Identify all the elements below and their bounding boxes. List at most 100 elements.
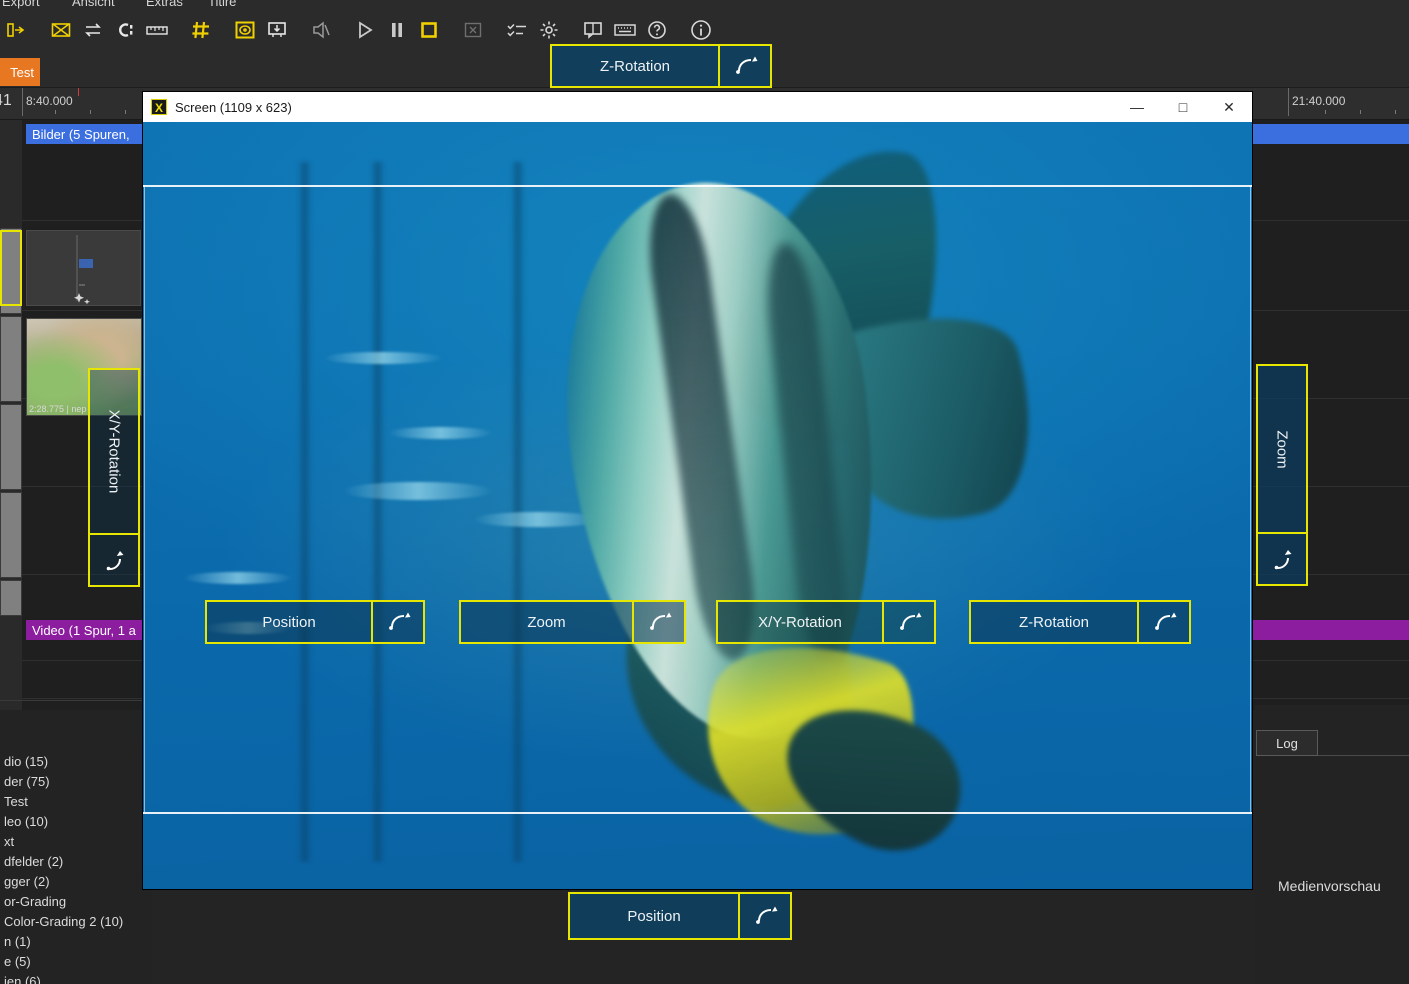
- reset-curved-arrow-icon[interactable]: [373, 602, 423, 642]
- menu-bar: Export Ansicht Extras Titire: [0, 0, 1409, 12]
- ruler-icon[interactable]: [142, 15, 172, 45]
- window-title-bar[interactable]: X Screen (1109 x 623) — □ ✕: [143, 92, 1252, 122]
- project-tree[interactable]: dio (15) der (75) Test leo (10) xt dfeld…: [0, 710, 152, 984]
- keyboard-icon[interactable]: [610, 15, 640, 45]
- tree-item[interactable]: e (5): [0, 952, 152, 972]
- toolbar: [0, 12, 1409, 48]
- frame-number: 41: [0, 92, 12, 109]
- xy-rotation-label: X/Y-Rotation: [718, 602, 884, 642]
- xy-rotation-vertical-button[interactable]: X/Y-Rotation: [88, 368, 140, 587]
- timeline-clip-empty[interactable]: [26, 230, 141, 306]
- tree-item[interactable]: dfelder (2): [0, 852, 152, 872]
- frame-guide-left: [144, 185, 145, 812]
- pause-icon[interactable]: [382, 15, 412, 45]
- tree-item[interactable]: Color-Grading 2 (10): [0, 912, 152, 932]
- ruler-minor-tick: [1360, 110, 1361, 114]
- z-rotation-top-label: Z-Rotation: [552, 46, 720, 86]
- zoom-vertical-label: Zoom: [1273, 429, 1291, 469]
- media-preview-label: Medienvorschau: [1278, 878, 1381, 894]
- window-controls: — □ ✕: [1114, 92, 1252, 122]
- ruler-minor-tick: [1325, 110, 1326, 114]
- stop-icon[interactable]: [414, 15, 444, 45]
- xy-rotation-button[interactable]: X/Y-Rotation: [716, 600, 936, 644]
- reset-curved-arrow-icon[interactable]: [740, 894, 790, 938]
- settings-gear-icon[interactable]: [534, 15, 564, 45]
- tab-underline: [1318, 755, 1409, 756]
- reset-curved-arrow-icon[interactable]: [634, 602, 684, 642]
- export-render-icon[interactable]: [2, 15, 32, 45]
- tree-item[interactable]: xt: [0, 832, 152, 852]
- toolbar-separator-5: [338, 15, 348, 45]
- tree-item[interactable]: ien (6): [0, 972, 152, 984]
- audio-mute-icon[interactable]: [306, 15, 336, 45]
- frame-guide-bottom: [143, 812, 1252, 814]
- menu-item-extras[interactable]: Extras: [146, 0, 183, 9]
- frame-guide-right: [1250, 185, 1251, 812]
- zoom-label: Zoom: [461, 602, 634, 642]
- track-header[interactable]: [0, 580, 22, 616]
- reset-curved-arrow-icon[interactable]: [1139, 602, 1189, 642]
- preview-monitor-icon[interactable]: [230, 15, 260, 45]
- zoom-button[interactable]: Zoom: [459, 600, 686, 644]
- checklist-icon[interactable]: [502, 15, 532, 45]
- piling-decor: [298, 162, 312, 862]
- toolbar-separator-4: [294, 15, 304, 45]
- xy-rotation-vertical-label: X/Y-Rotation: [105, 409, 123, 494]
- zoom-vertical-label-wrap: Zoom: [1258, 366, 1306, 534]
- tree-item[interactable]: dio (15): [0, 752, 152, 772]
- minimize-icon[interactable]: —: [1114, 92, 1160, 122]
- tree-item[interactable]: n (1): [0, 932, 152, 952]
- ruler-minor-tick: [125, 110, 126, 114]
- zoom-vertical-button[interactable]: Zoom: [1256, 364, 1308, 586]
- track-header[interactable]: [0, 316, 22, 402]
- track-header[interactable]: [0, 404, 22, 490]
- tree-item[interactable]: der (75): [0, 772, 152, 792]
- background-fish: [343, 482, 493, 500]
- toolbar-separator-6: [446, 15, 456, 45]
- track-header[interactable]: [0, 492, 22, 578]
- reset-curved-arrow-icon[interactable]: [1258, 534, 1306, 584]
- playhead[interactable]: [78, 88, 79, 96]
- position-bottom-label: Position: [570, 894, 740, 938]
- stop-box-icon[interactable]: [458, 15, 488, 45]
- window-title-text: Screen (1109 x 623): [175, 99, 292, 115]
- ruler-tick: [1288, 88, 1289, 116]
- position-bottom-button[interactable]: Position: [568, 892, 792, 940]
- menu-item-titel[interactable]: Titire: [208, 0, 236, 9]
- tab-test[interactable]: Test: [0, 58, 40, 86]
- menu-item-export[interactable]: Export: [2, 0, 40, 9]
- comment-icon[interactable]: [578, 15, 608, 45]
- swap-icon[interactable]: [78, 15, 108, 45]
- reset-curved-arrow-icon[interactable]: [90, 535, 138, 585]
- clip-duration-label: 2:28.775 | nep: [29, 404, 87, 414]
- help-icon[interactable]: [642, 15, 672, 45]
- position-button[interactable]: Position: [205, 600, 425, 644]
- reset-curved-arrow-icon[interactable]: [720, 46, 770, 86]
- trim-icon[interactable]: [110, 15, 140, 45]
- video-preview-area[interactable]: Position Zoom X/Y-Rotation Z-Rotation: [143, 122, 1252, 889]
- tree-item[interactable]: gger (2): [0, 872, 152, 892]
- z-rotation-top-button[interactable]: Z-Rotation: [550, 44, 772, 88]
- tree-item[interactable]: or-Grading: [0, 892, 152, 912]
- tree-item[interactable]: Test: [0, 792, 152, 812]
- selected-track-header[interactable]: [0, 230, 22, 306]
- play-icon[interactable]: [350, 15, 380, 45]
- snapshot-icon[interactable]: [262, 15, 292, 45]
- app-x-icon: X: [151, 99, 167, 115]
- background-fish: [183, 572, 293, 584]
- screen-window[interactable]: X Screen (1109 x 623) — □ ✕ Position Zoo…: [143, 92, 1252, 889]
- timecode-left: 8:40.000: [26, 94, 73, 108]
- background-fish: [388, 427, 493, 439]
- crossfade-icon[interactable]: [46, 15, 76, 45]
- tab-log[interactable]: Log: [1256, 730, 1318, 756]
- tree-item[interactable]: leo (10): [0, 812, 152, 832]
- grid-icon[interactable]: [186, 15, 216, 45]
- reset-curved-arrow-icon[interactable]: [884, 602, 934, 642]
- close-icon[interactable]: ✕: [1206, 92, 1252, 122]
- info-icon[interactable]: [686, 15, 716, 45]
- z-rotation-button[interactable]: Z-Rotation: [969, 600, 1191, 644]
- maximize-icon[interactable]: □: [1160, 92, 1206, 122]
- background-fish: [323, 352, 443, 364]
- menu-item-ansicht[interactable]: Ansicht: [72, 0, 115, 9]
- z-rotation-label: Z-Rotation: [971, 602, 1139, 642]
